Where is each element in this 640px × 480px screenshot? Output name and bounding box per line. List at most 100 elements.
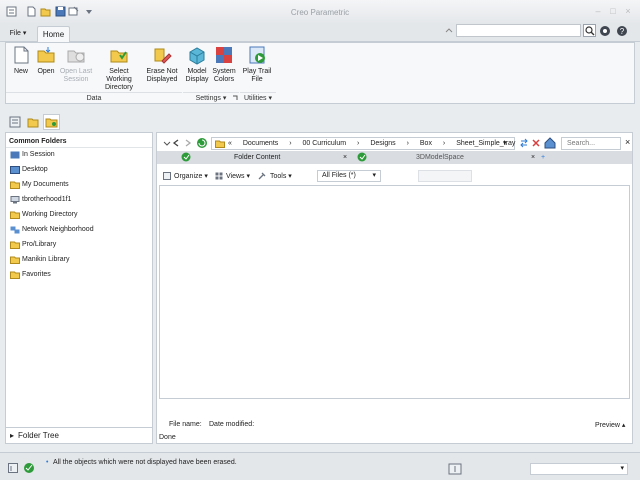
file-menu[interactable]: File ▾ <box>6 27 30 40</box>
folder-item-in-session[interactable]: In Session <box>8 148 55 162</box>
open-label: Open <box>37 68 55 75</box>
maximize-button[interactable]: □ <box>607 7 619 16</box>
browser-toggle-icon[interactable] <box>23 462 35 474</box>
model-space-tab-icon <box>357 152 367 162</box>
preview-bar: File name: Date modified: Preview ▴ Done <box>157 403 632 443</box>
file-name-label: File name: <box>169 421 202 428</box>
browser-search-input[interactable]: Search... <box>561 137 621 150</box>
status-toggle-icon[interactable] <box>8 463 18 473</box>
tab-3dmodelspace[interactable]: 3DModelSpace <box>416 151 464 164</box>
filter-dropdown-icon: ▾ <box>372 172 376 179</box>
file-list-area[interactable] <box>159 185 630 399</box>
erase-not-displayed-button[interactable]: Erase Not Displayed <box>144 45 180 84</box>
open-button[interactable]: Open <box>34 45 58 76</box>
folder-item-working-directory[interactable]: Working Directory <box>8 208 78 222</box>
filter-dropdown-arrow-icon: ▾ <box>620 465 624 472</box>
tab-home[interactable]: Home <box>37 26 70 43</box>
new-document-icon <box>11 45 31 65</box>
minimize-button[interactable]: – <box>592 7 604 16</box>
folder-item-pro-library[interactable]: Pro/Library <box>8 238 56 252</box>
forward-icon[interactable] <box>183 138 193 148</box>
home-icon[interactable] <box>544 137 556 149</box>
selection-filter-icon[interactable] <box>448 463 462 475</box>
open-last-session-icon <box>66 45 86 65</box>
folder-tree-toggle[interactable]: ▸ Folder Tree <box>6 427 152 443</box>
model-tree-icon[interactable] <box>9 116 21 128</box>
collapse-icon[interactable] <box>163 139 171 147</box>
folder-item-my-documents[interactable]: My Documents <box>8 178 69 192</box>
new-label: New <box>13 68 28 75</box>
folder-item-desktop[interactable]: Desktop <box>8 163 48 177</box>
settings-launcher-icon[interactable] <box>232 95 238 101</box>
command-search-icon <box>444 26 454 36</box>
close-tab-icon[interactable]: × <box>343 151 347 164</box>
folder-browser-tab-icon[interactable] <box>27 116 39 128</box>
working-directory-icon <box>109 45 129 65</box>
organize-menu[interactable]: Organize ▾ <box>174 172 208 180</box>
views-menu[interactable]: Views ▾ <box>226 172 250 180</box>
close-window-button[interactable]: × <box>622 7 634 16</box>
manikin-library-icon <box>10 256 20 264</box>
tools-menu[interactable]: Tools ▾ <box>270 172 292 180</box>
file-type-filter[interactable]: All Files (*) ▾ <box>317 170 381 182</box>
preview-toggle[interactable]: Preview ▴ <box>595 421 625 429</box>
system-colors-button[interactable]: System Colors <box>210 45 238 84</box>
pro-library-icon <box>10 241 20 249</box>
filter-dropdown[interactable]: ▾ <box>530 463 628 475</box>
browser-nav-bar: « Documents › 00 Curriculum › Designs › … <box>157 135 632 151</box>
refresh-icon[interactable] <box>196 137 208 149</box>
play-trail-file-label: Play Trail File <box>242 68 272 83</box>
help-icon[interactable] <box>599 25 611 37</box>
ribbon: New Open Open Last Session Select Workin… <box>5 42 635 104</box>
open-folder-large-icon <box>36 45 56 65</box>
status-message: All the objects which were not displayed… <box>53 459 237 466</box>
browser-status: Done <box>159 434 176 441</box>
common-folders-panel: Common Folders In Session Desktop My Doc… <box>5 132 153 444</box>
settings-icon[interactable]: ? <box>616 25 628 37</box>
views-icon <box>215 172 223 180</box>
close-browser-icon[interactable]: × <box>625 137 633 147</box>
stop-icon[interactable] <box>531 138 541 148</box>
working-directory-folder-icon <box>10 211 20 219</box>
new-tab-icon[interactable]: + <box>541 151 545 164</box>
folder-item-manikin-library[interactable]: Manikin Library <box>8 253 69 267</box>
folder-item-favorites[interactable]: Favorites <box>8 268 51 282</box>
svg-text:?: ? <box>620 27 625 36</box>
folder-item-network-neighborhood[interactable]: Network Neighborhood <box>8 223 94 237</box>
command-search-input[interactable] <box>456 24 581 37</box>
navigator-tabs <box>5 112 65 132</box>
title-bar: Creo Parametric – □ × <box>0 0 640 24</box>
back-icon[interactable] <box>171 138 181 148</box>
erase-not-displayed-label: Erase Not Displayed <box>146 68 178 83</box>
tools-icon <box>258 172 266 180</box>
eraser-icon <box>152 45 172 65</box>
date-modified-label: Date modified: <box>209 421 255 428</box>
model-display-icon <box>187 45 207 65</box>
favorites-tab-icon[interactable] <box>43 114 60 130</box>
system-colors-label: System Colors <box>212 68 236 83</box>
go-icon[interactable] <box>519 138 529 148</box>
browser-tabs: Folder Content × 3DModelSpace × + <box>157 151 632 164</box>
select-working-directory-label: Select Working Directory <box>104 68 133 91</box>
tab-folder-content[interactable]: Folder Content <box>234 151 280 164</box>
play-trail-file-button[interactable]: Play Trail File <box>242 45 272 84</box>
group-settings[interactable]: Settings ▾ <box>183 92 239 104</box>
model-display-label: Model Display <box>185 68 209 83</box>
breadcrumb[interactable]: « Documents › 00 Curriculum › Designs › … <box>211 137 515 150</box>
network-icon <box>10 226 20 234</box>
play-trail-file-icon <box>247 45 267 65</box>
status-bar: • All the objects which were not display… <box>0 452 640 480</box>
open-last-session-button[interactable]: Open Last Session <box>58 45 94 84</box>
browser-toolbar: Organize ▾ Views ▾ Tools ▾ All Files (*)… <box>157 168 632 184</box>
search-button[interactable] <box>583 24 596 37</box>
close-modelspace-tab-icon[interactable]: × <box>531 151 535 164</box>
path-dropdown-icon[interactable]: ▾ <box>503 138 507 149</box>
new-button[interactable]: New <box>8 45 34 76</box>
folder-item-computer[interactable]: tbrotherhood1f1 <box>8 193 71 207</box>
select-working-directory-button[interactable]: Select Working Directory <box>96 45 142 92</box>
system-colors-icon <box>214 45 234 65</box>
model-display-button[interactable]: Model Display <box>184 45 210 84</box>
group-utilities[interactable]: Utilities ▾ <box>240 92 276 104</box>
favorites-folder-icon <box>10 271 20 279</box>
disabled-select <box>418 170 472 182</box>
